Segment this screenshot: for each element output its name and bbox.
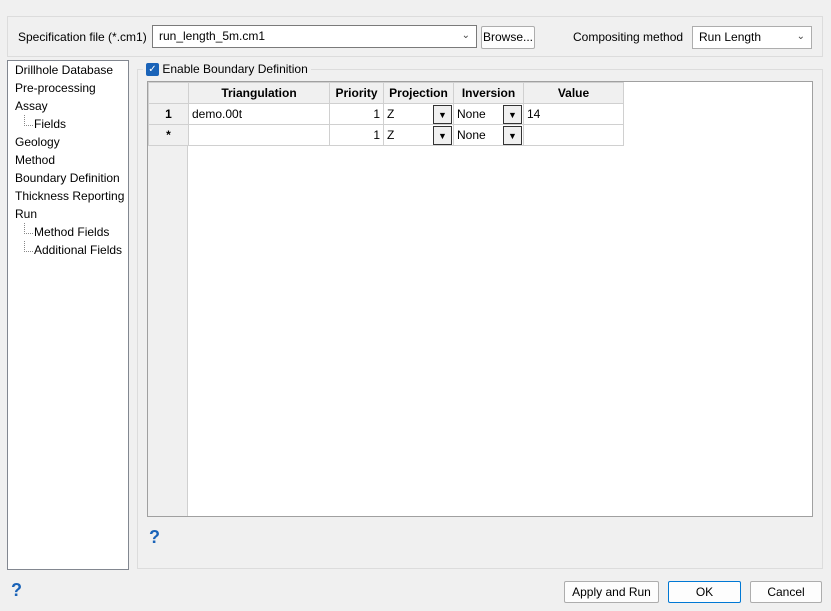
spec-file-label: Specification file (*.cm1) (18, 30, 147, 44)
inversion-cell[interactable]: None ▼ (453, 103, 524, 125)
tree-item-drillhole-database[interactable]: Drillhole Database (8, 61, 128, 79)
boundary-grid: Triangulation Priority Projection Invers… (147, 81, 813, 517)
tree-item-assay[interactable]: Assay (8, 97, 128, 115)
header-value[interactable]: Value (523, 82, 624, 104)
tree-item-method[interactable]: Method (8, 151, 128, 169)
navigation-tree: Drillhole Database Pre-processing Assay … (7, 60, 129, 570)
value-cell[interactable]: 14 (523, 103, 624, 125)
browse-button[interactable]: Browse... (481, 26, 535, 49)
cancel-button[interactable]: Cancel (750, 581, 822, 603)
triangulation-cell[interactable]: demo.00t (188, 103, 330, 125)
enable-boundary-label: Enable Boundary Definition (162, 62, 308, 76)
header-priority[interactable]: Priority (329, 82, 384, 104)
apply-and-run-button[interactable]: Apply and Run (564, 581, 659, 603)
tree-item-geology[interactable]: Geology (8, 133, 128, 151)
triangulation-cell[interactable] (188, 124, 330, 146)
chevron-down-icon: ⌄ (796, 31, 805, 42)
row-header[interactable]: * (148, 124, 189, 146)
chevron-down-icon: ⌄ (461, 30, 470, 41)
projection-value: Z (387, 107, 395, 121)
table-row: * 1 Z ▼ None ▼ (148, 124, 624, 146)
row-header[interactable]: 1 (148, 103, 189, 125)
dropdown-arrow-icon[interactable]: ▼ (433, 105, 452, 124)
inversion-value: None (457, 128, 486, 142)
compositing-method-label: Compositing method (573, 30, 684, 44)
tree-item-method-fields[interactable]: Method Fields (8, 223, 128, 241)
ok-button[interactable]: OK (668, 581, 741, 603)
compositing-method-select[interactable]: Run Length ⌄ (692, 26, 812, 49)
enable-boundary-checkbox[interactable]: ✓ Enable Boundary Definition (143, 62, 311, 77)
tree-item-pre-processing[interactable]: Pre-processing (8, 79, 128, 97)
corner-cell (148, 82, 189, 104)
value-cell[interactable] (523, 124, 624, 146)
inversion-cell[interactable]: None ▼ (453, 124, 524, 146)
projection-value: Z (387, 128, 395, 142)
projection-cell[interactable]: Z ▼ (383, 124, 454, 146)
spec-file-value: run_length_5m.cm1 (159, 29, 266, 43)
tree-item-thickness-reporting[interactable]: Thickness Reporting (8, 187, 128, 205)
row-header-column (148, 82, 188, 516)
help-icon[interactable]: ? (11, 580, 22, 601)
priority-cell[interactable]: 1 (329, 103, 384, 125)
inversion-value: None (457, 107, 486, 121)
spec-file-combo[interactable]: run_length_5m.cm1 ⌄ (152, 25, 477, 48)
header-inversion[interactable]: Inversion (453, 82, 524, 104)
header-projection[interactable]: Projection (383, 82, 454, 104)
table-row: 1 demo.00t 1 Z ▼ None ▼ 14 (148, 103, 624, 125)
tree-item-run[interactable]: Run (8, 205, 128, 223)
tree-item-fields[interactable]: Fields (8, 115, 128, 133)
header-triangulation[interactable]: Triangulation (188, 82, 330, 104)
compositing-method-value: Run Length (699, 30, 762, 44)
dropdown-arrow-icon[interactable]: ▼ (503, 105, 522, 124)
tree-item-additional-fields[interactable]: Additional Fields (8, 241, 128, 259)
checkmark-icon: ✓ (146, 63, 159, 77)
projection-cell[interactable]: Z ▼ (383, 103, 454, 125)
help-icon[interactable]: ? (149, 527, 160, 548)
tree-item-boundary-definition[interactable]: Boundary Definition (8, 169, 128, 187)
dropdown-arrow-icon[interactable]: ▼ (503, 126, 522, 145)
priority-cell[interactable]: 1 (329, 124, 384, 146)
dropdown-arrow-icon[interactable]: ▼ (433, 126, 452, 145)
